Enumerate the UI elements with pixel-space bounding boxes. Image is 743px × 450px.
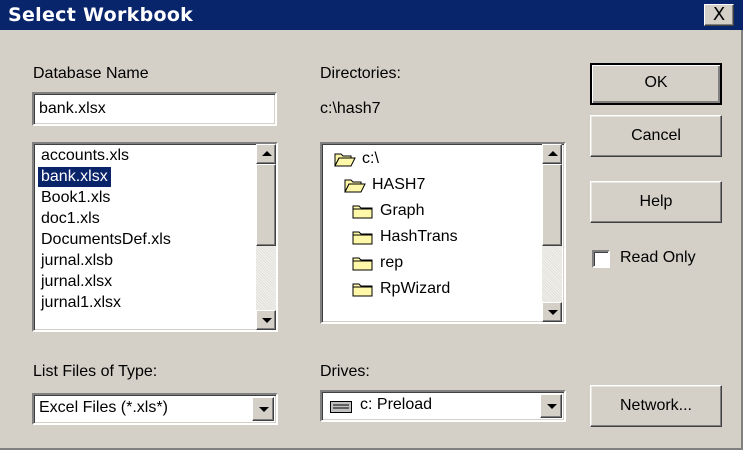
- database-name-input[interactable]: [37, 98, 271, 120]
- file-type-dropdown-button[interactable]: [252, 397, 274, 421]
- folder-icon: [352, 283, 373, 297]
- file-list-item[interactable]: doc1.xls: [38, 209, 103, 229]
- drives-value: c: Preload: [360, 396, 433, 413]
- file-type-select[interactable]: Excel Files (*.xls*): [32, 393, 278, 425]
- file-list-item[interactable]: bank.xlsx: [38, 167, 111, 187]
- file-list-item[interactable]: Book1.xls: [38, 188, 113, 208]
- file-scroll-down-button[interactable]: [256, 310, 276, 330]
- directory-listbox[interactable]: c:\ HASH7 Graph HashTrans rep RpWizard: [320, 142, 566, 324]
- file-list-scrollbar[interactable]: [256, 144, 276, 330]
- database-name-label: Database Name: [33, 65, 149, 82]
- arrow-up-icon: [548, 151, 558, 156]
- directory-item-label: RpWizard: [380, 280, 451, 297]
- read-only-checkbox[interactable]: [592, 250, 610, 268]
- drive-icon: [330, 401, 352, 413]
- file-list-item[interactable]: jurnal.xlsx: [38, 272, 115, 292]
- file-type-value: Excel Files (*.xls*): [39, 399, 168, 416]
- current-path: c:\hash7: [320, 100, 381, 117]
- dir-scroll-down-button[interactable]: [542, 302, 562, 322]
- directories-label: Directories:: [320, 65, 401, 82]
- database-name-field-frame: [32, 92, 277, 126]
- open-folder-icon: [334, 153, 356, 167]
- select-workbook-dialog: Select Workbook X Database Name accounts…: [0, 0, 743, 450]
- file-scroll-up-button[interactable]: [256, 144, 276, 164]
- arrow-up-icon: [262, 151, 272, 156]
- directory-item-label: HashTrans: [380, 228, 458, 245]
- file-type-label: List Files of Type:: [33, 363, 158, 380]
- close-button[interactable]: X: [704, 4, 734, 26]
- directory-item-label: HASH7: [372, 176, 426, 193]
- read-only-label[interactable]: Read Only: [620, 249, 696, 267]
- file-list-item[interactable]: accounts.xls: [38, 146, 132, 166]
- cancel-button[interactable]: Cancel: [590, 115, 722, 157]
- ok-button[interactable]: OK: [590, 63, 722, 105]
- directory-scrollbar[interactable]: [542, 144, 562, 322]
- chevron-down-icon: [259, 407, 269, 412]
- directory-item-label: c:\: [362, 150, 379, 167]
- cancel-button-label: Cancel: [631, 127, 681, 144]
- folder-icon: [352, 231, 373, 245]
- chevron-down-icon: [547, 404, 557, 409]
- file-list-item[interactable]: DocumentsDef.xls: [38, 230, 174, 250]
- drives-select[interactable]: c: Preload: [320, 390, 566, 422]
- close-icon: X: [712, 4, 726, 25]
- dir-scroll-thumb[interactable]: [542, 164, 562, 246]
- help-button-label: Help: [639, 193, 673, 210]
- folder-icon: [352, 205, 373, 219]
- window-title: Select Workbook: [8, 4, 194, 26]
- network-button[interactable]: Network...: [590, 385, 722, 427]
- open-folder-icon: [344, 179, 366, 193]
- ok-button-label: OK: [644, 74, 668, 91]
- file-list-item[interactable]: jurnal1.xlsx: [38, 293, 124, 313]
- drives-dropdown-button[interactable]: [540, 394, 562, 418]
- dir-scroll-up-button[interactable]: [542, 144, 562, 164]
- directory-item-label: Graph: [380, 202, 425, 219]
- file-listbox[interactable]: accounts.xls bank.xlsx Book1.xls doc1.xls Do…: [32, 142, 278, 332]
- folder-icon: [352, 257, 373, 271]
- help-button[interactable]: Help: [590, 181, 722, 223]
- file-scroll-thumb[interactable]: [256, 164, 276, 246]
- arrow-down-icon: [262, 318, 272, 323]
- network-button-label: Network...: [619, 397, 692, 414]
- title-bar: Select Workbook X: [0, 0, 743, 30]
- arrow-down-icon: [548, 310, 558, 315]
- directory-item-label: rep: [380, 254, 404, 271]
- drives-label: Drives:: [320, 363, 370, 380]
- file-list-item[interactable]: jurnal.xlsb: [38, 251, 116, 271]
